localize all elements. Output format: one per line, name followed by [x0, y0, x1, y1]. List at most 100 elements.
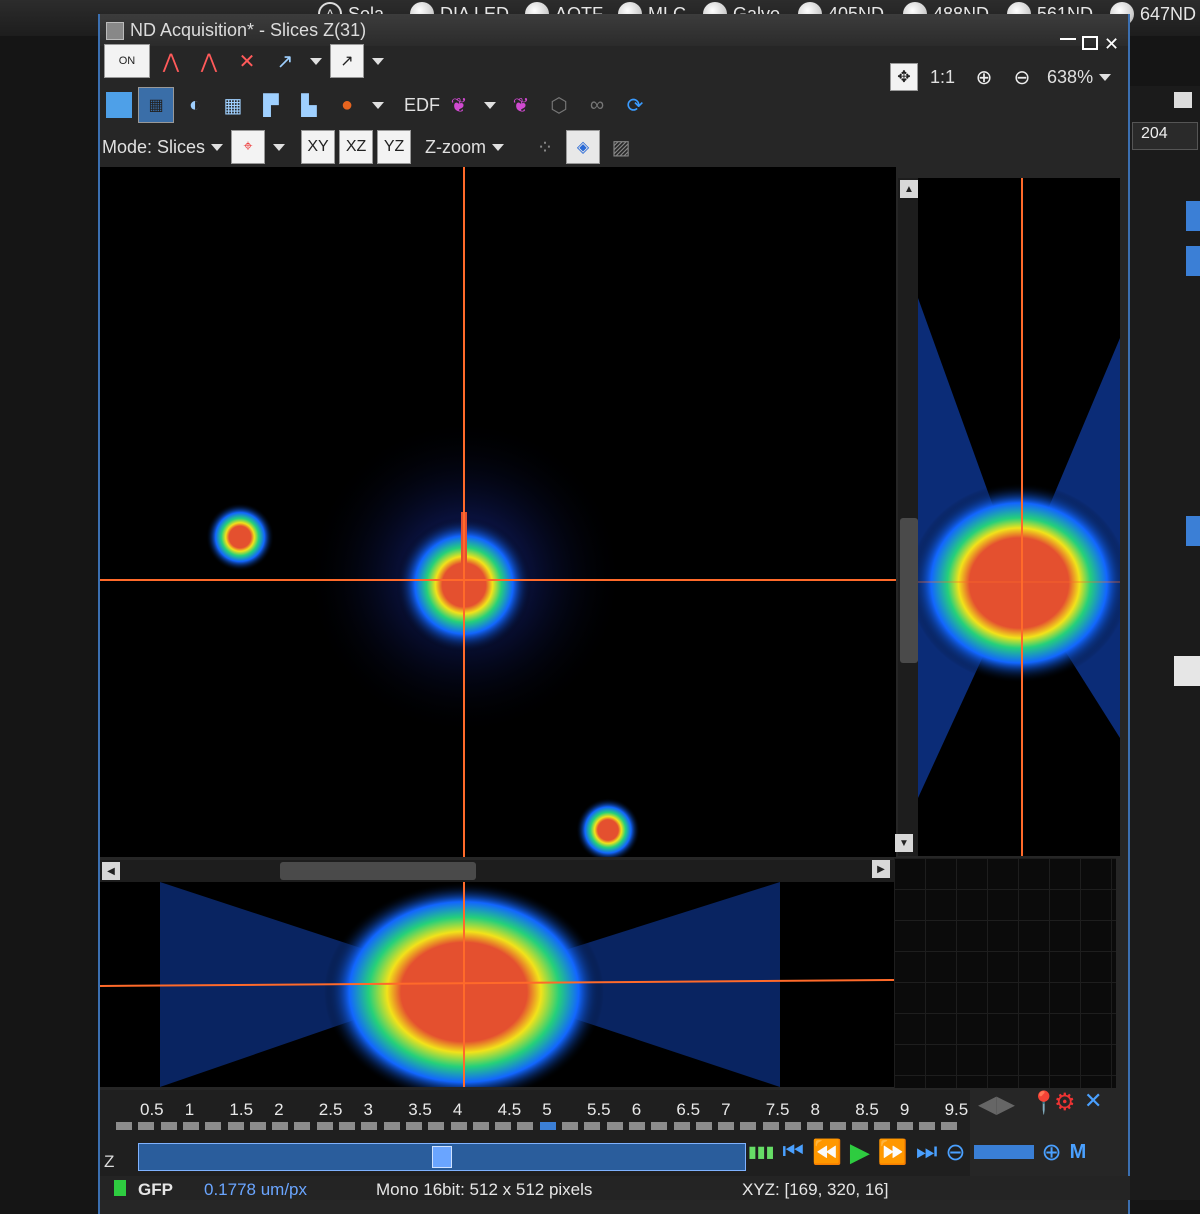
- z-frame-cell[interactable]: [472, 1122, 489, 1130]
- z-frame-cell[interactable]: [339, 1122, 355, 1130]
- xz-slice-view[interactable]: [100, 882, 894, 1087]
- xz-view-button[interactable]: XZ: [339, 130, 374, 164]
- z-frame-cell[interactable]: [829, 1122, 846, 1130]
- z-frame-cell[interactable]: [428, 1122, 445, 1130]
- zoom-in-icon[interactable]: ⊕: [969, 62, 999, 92]
- z-frame-cell[interactable]: [874, 1122, 891, 1130]
- z-frame-cell[interactable]: [495, 1122, 512, 1130]
- close-button[interactable]: ✕: [1104, 34, 1119, 55]
- z-frame-cell[interactable]: [383, 1122, 400, 1130]
- vertical-scrollbar[interactable]: ▲ ▼: [895, 178, 920, 856]
- z-frame-cell[interactable]: [182, 1122, 199, 1130]
- z-frame-cell[interactable]: [205, 1122, 222, 1130]
- maximize-button[interactable]: [1082, 36, 1098, 50]
- scroll-thumb[interactable]: [900, 518, 918, 663]
- z-frame-cell[interactable]: [562, 1122, 578, 1130]
- zoom-out-icon[interactable]: ⊖: [1007, 62, 1037, 92]
- z-frame-cell[interactable]: [116, 1122, 132, 1130]
- secondary-zoom-box[interactable]: 204: [1132, 122, 1198, 150]
- glasses-icon[interactable]: ∞: [582, 90, 612, 120]
- frame-tool-icon[interactable]: ◈: [566, 130, 601, 164]
- fit-to-screen-icon[interactable]: ✥: [890, 63, 918, 91]
- panel-tab-icon[interactable]: [1186, 516, 1200, 546]
- butterfly-split-icon[interactable]: ❦: [506, 90, 536, 120]
- zoom-view-icon[interactable]: ◐: [180, 90, 210, 120]
- slices-view-icon[interactable]: ▛: [256, 90, 286, 120]
- cube-icon[interactable]: ⬡: [544, 90, 574, 120]
- orthogonal-view-icon[interactable]: ▙: [294, 90, 324, 120]
- dots-icon[interactable]: ⁘: [530, 132, 560, 162]
- scroll-left-icon[interactable]: ◀: [102, 862, 120, 880]
- refresh-icon[interactable]: ⟳: [620, 90, 650, 120]
- prev-icon[interactable]: ◀▶: [978, 1090, 1015, 1119]
- single-view-icon[interactable]: [106, 92, 132, 118]
- yz-slice-view[interactable]: [918, 178, 1120, 856]
- horizontal-scrollbar[interactable]: ◀ ▶: [100, 860, 894, 882]
- crosshair-tool-icon[interactable]: ⌖: [231, 130, 266, 164]
- z-frame-cell[interactable]: [718, 1122, 735, 1130]
- lut-graph-icon[interactable]: ↗: [330, 44, 364, 78]
- z-frame-cell[interactable]: [316, 1122, 333, 1130]
- z-frame-cell[interactable]: [918, 1122, 935, 1130]
- z-frame-cell[interactable]: [851, 1122, 868, 1130]
- z-frame-cell[interactable]: [673, 1122, 690, 1130]
- plus-icon[interactable]: ⊕: [1042, 1138, 1062, 1167]
- z-frame-cell[interactable]: [160, 1122, 177, 1130]
- zoom-1to1-button[interactable]: 1:1: [930, 67, 955, 88]
- z-slider-thumb[interactable]: [432, 1146, 452, 1168]
- z-frame-cell[interactable]: [807, 1122, 824, 1130]
- play-icon[interactable]: ▶: [850, 1137, 870, 1168]
- scroll-down-icon[interactable]: ▼: [895, 834, 913, 852]
- zoom-level[interactable]: 638%: [1047, 67, 1093, 88]
- gear-icon[interactable]: ⚙: [1054, 1088, 1076, 1117]
- panel-tab-icon[interactable]: [1186, 201, 1200, 231]
- edf-button[interactable]: EDF: [404, 95, 440, 116]
- z-frame-cell[interactable]: [651, 1122, 668, 1130]
- scroll-up-icon[interactable]: ▲: [900, 180, 918, 198]
- chevron-down-icon[interactable]: [372, 101, 384, 109]
- z-frame-cell[interactable]: [584, 1122, 601, 1130]
- chevron-down-icon[interactable]: [372, 57, 384, 65]
- xy-slice-view[interactable]: [100, 167, 896, 857]
- chevron-down-icon[interactable]: [1099, 73, 1112, 81]
- volume-render-icon[interactable]: ●: [332, 90, 362, 120]
- quad-view-icon[interactable]: ▦: [218, 90, 248, 120]
- speed-bar[interactable]: [973, 1145, 1034, 1159]
- z-frame-cell[interactable]: [785, 1122, 801, 1130]
- z-frame-cell[interactable]: [539, 1122, 556, 1130]
- curve-scale-icon[interactable]: ⋀: [156, 46, 186, 76]
- chevron-down-icon[interactable]: [310, 57, 322, 65]
- curve-icon[interactable]: ⋀: [194, 46, 224, 76]
- z-frame-cell[interactable]: [405, 1122, 422, 1130]
- z-frame-cell[interactable]: [606, 1122, 623, 1130]
- chevron-down-icon[interactable]: [211, 143, 224, 151]
- chevron-down-icon[interactable]: [492, 143, 505, 151]
- panel-tab-icon[interactable]: [1186, 246, 1200, 276]
- z-frame-cell[interactable]: [941, 1122, 958, 1130]
- yz-view-button[interactable]: YZ: [377, 130, 412, 164]
- z-frame-cell[interactable]: [450, 1122, 467, 1130]
- z-slider-track[interactable]: [138, 1143, 746, 1171]
- mode-select[interactable]: Mode: Slices: [102, 137, 205, 158]
- selected-tool-icon[interactable]: [1174, 656, 1200, 686]
- z-frame-cell[interactable]: [695, 1122, 712, 1130]
- first-frame-icon[interactable]: ⏮: [782, 1138, 804, 1166]
- z-frame-cell[interactable]: [517, 1122, 534, 1130]
- auto-contrast-on-icon[interactable]: ON: [104, 44, 150, 78]
- reset-lut-icon[interactable]: ✕: [232, 46, 262, 76]
- z-frame-cell[interactable]: [896, 1122, 913, 1130]
- minimize-icon[interactable]: [1174, 92, 1192, 108]
- xy-view-button[interactable]: XY: [301, 130, 336, 164]
- grid-tool-icon[interactable]: ▨: [606, 132, 636, 162]
- minimize-button[interactable]: [1060, 38, 1076, 40]
- z-zoom-select[interactable]: Z-zoom: [425, 137, 486, 158]
- mark-icon[interactable]: M: [1070, 1141, 1087, 1164]
- channel-label[interactable]: GFP: [138, 1180, 173, 1200]
- close-icon[interactable]: ✕: [1084, 1088, 1102, 1114]
- scroll-thumb[interactable]: [280, 862, 476, 880]
- scroll-right-icon[interactable]: ▶: [872, 860, 890, 878]
- forward-icon[interactable]: ⏩: [878, 1138, 908, 1167]
- z-frame-cell[interactable]: [628, 1122, 645, 1130]
- z-frame-cell[interactable]: [138, 1122, 155, 1130]
- chevron-down-icon[interactable]: [484, 101, 496, 109]
